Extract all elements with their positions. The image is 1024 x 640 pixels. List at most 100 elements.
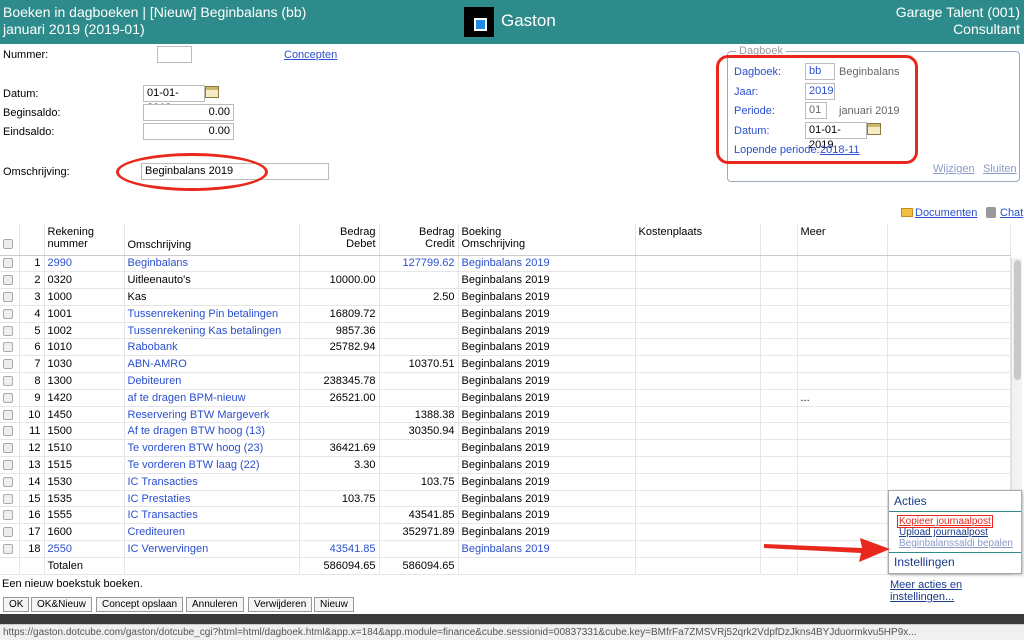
kostenplaats-cell[interactable]	[635, 490, 761, 508]
rekening-cell[interactable]: 1535	[44, 490, 125, 508]
kostenplaats-cell[interactable]	[635, 406, 761, 424]
credit-cell[interactable]	[379, 540, 459, 558]
boeking-cell[interactable]: Beginbalans 2019	[458, 422, 636, 441]
kostenplaats-cell[interactable]	[635, 305, 761, 323]
nummer-input[interactable]	[157, 46, 192, 63]
sluiten-link[interactable]: Sluiten	[983, 163, 1017, 175]
boeking-cell[interactable]: Beginbalans 2019	[458, 322, 636, 340]
debet-cell[interactable]: 26521.00	[299, 389, 380, 407]
rekening-cell[interactable]: 0320	[44, 271, 125, 290]
debet-cell[interactable]	[299, 506, 380, 525]
omschrijving-cell[interactable]: Reservering BTW Margeverk	[124, 406, 300, 424]
omschrijving-cell[interactable]: Beginbalans	[124, 255, 300, 273]
credit-cell[interactable]	[379, 490, 459, 508]
omschrijving-cell[interactable]: Kas	[124, 288, 300, 306]
verwijderen-button[interactable]: Verwijderen	[248, 597, 313, 612]
meer-cell[interactable]	[797, 271, 888, 290]
omschrijving-cell[interactable]: IC Transacties	[124, 473, 300, 491]
row-checkbox[interactable]	[3, 443, 13, 454]
row-checkbox[interactable]	[3, 527, 13, 538]
table-row[interactable]: 9 1420 af te dragen BPM-nieuw 26521.00 Begin…	[0, 389, 1011, 407]
debet-cell[interactable]: 9857.36	[299, 322, 380, 340]
row-checkbox[interactable]	[3, 409, 13, 420]
meer-cell[interactable]	[797, 305, 888, 323]
boeking-cell[interactable]: Beginbalans 2019	[458, 523, 636, 542]
boeking-cell[interactable]: Beginbalans 2019	[458, 288, 636, 306]
boeking-cell[interactable]: Beginbalans 2019	[458, 389, 636, 407]
row-checkbox-cell[interactable]	[0, 540, 20, 558]
rekening-cell[interactable]: 2550	[44, 540, 125, 558]
kostenplaats-cell[interactable]	[635, 473, 761, 491]
omschrijving-cell[interactable]: Debiteuren	[124, 372, 300, 390]
credit-cell[interactable]: 1388.38	[379, 406, 459, 424]
debet-cell[interactable]	[299, 288, 380, 306]
debet-cell[interactable]: 238345.78	[299, 372, 380, 390]
meer-cell[interactable]	[797, 338, 888, 357]
credit-cell[interactable]	[379, 389, 459, 407]
debet-cell[interactable]	[299, 422, 380, 441]
rekening-cell[interactable]: 1530	[44, 473, 125, 491]
omschrijving-cell[interactable]: Uitleenauto's	[124, 271, 300, 290]
boeking-cell[interactable]: Beginbalans 2019	[458, 355, 636, 374]
meer-cell[interactable]	[797, 355, 888, 374]
table-row[interactable]: 4 1001 Tussenrekening Pin betalingen 16809.…	[0, 305, 1011, 323]
select-all-cell[interactable]	[0, 224, 20, 256]
row-checkbox-cell[interactable]	[0, 389, 20, 407]
credit-cell[interactable]	[379, 322, 459, 340]
kostenplaats-cell[interactable]	[635, 523, 761, 542]
row-checkbox-cell[interactable]	[0, 506, 20, 525]
debet-cell[interactable]: 10000.00	[299, 271, 380, 290]
credit-cell[interactable]	[379, 338, 459, 357]
rekening-cell[interactable]: 1001	[44, 305, 125, 323]
rekening-cell[interactable]: 1600	[44, 523, 125, 542]
kostenplaats-cell[interactable]	[635, 456, 761, 474]
row-checkbox-cell[interactable]	[0, 523, 20, 542]
table-row[interactable]: 13 1515 Te vorderen BTW laag (22) 3.30 Begin…	[0, 456, 1011, 474]
meer-cell[interactable]	[797, 322, 888, 340]
row-checkbox-cell[interactable]	[0, 355, 20, 374]
row-checkbox[interactable]	[3, 292, 13, 303]
omschrijving-cell[interactable]: Te vorderen BTW laag (22)	[124, 456, 300, 474]
debet-cell[interactable]: 103.75	[299, 490, 380, 508]
boeking-cell[interactable]: Beginbalans 2019	[458, 271, 636, 290]
rekening-cell[interactable]: 1000	[44, 288, 125, 306]
meer-cell[interactable]	[797, 439, 888, 458]
row-checkbox[interactable]	[3, 392, 13, 403]
instellingen-title[interactable]: Instellingen	[894, 555, 955, 569]
upload-journaalpost-link[interactable]: Upload journaalpost	[899, 527, 988, 538]
concepten-link[interactable]: Concepten	[284, 49, 337, 61]
row-checkbox[interactable]	[3, 476, 13, 487]
row-checkbox-cell[interactable]	[0, 288, 20, 306]
row-checkbox-cell[interactable]	[0, 338, 20, 357]
omschrijving-cell[interactable]: IC Prestaties	[124, 490, 300, 508]
kostenplaats-cell[interactable]	[635, 255, 761, 273]
omschrijving-cell[interactable]: Tussenrekening Pin betalingen	[124, 305, 300, 323]
row-checkbox[interactable]	[3, 258, 13, 269]
debet-cell[interactable]: 16809.72	[299, 305, 380, 323]
rekening-cell[interactable]: 1300	[44, 372, 125, 390]
debet-cell[interactable]: 3.30	[299, 456, 380, 474]
table-row[interactable]: 1 2990 Beginbalans 127799.62 Beginbalans 201…	[0, 255, 1011, 273]
meer-acties-link[interactable]: Meer acties en instellingen...	[890, 579, 1024, 603]
scrollbar-thumb[interactable]	[1014, 260, 1021, 380]
debet-cell[interactable]	[299, 523, 380, 542]
row-checkbox-cell[interactable]	[0, 406, 20, 424]
debet-cell[interactable]: 43541.85	[299, 540, 380, 558]
rekening-cell[interactable]: 1450	[44, 406, 125, 424]
rekening-cell[interactable]: 2990	[44, 255, 125, 273]
beginsaldo-input[interactable]: 0.00	[143, 104, 234, 121]
nieuw-button[interactable]: Nieuw	[314, 597, 354, 612]
rekening-cell[interactable]: 1510	[44, 439, 125, 458]
row-checkbox[interactable]	[3, 376, 13, 387]
credit-cell[interactable]	[379, 305, 459, 323]
row-checkbox-cell[interactable]	[0, 439, 20, 458]
row-checkbox[interactable]	[3, 426, 13, 437]
meer-cell[interactable]	[797, 255, 888, 273]
table-row[interactable]: 6 1010 Rabobank 25782.94 Beginbalans 2019	[0, 338, 1011, 357]
meer-cell[interactable]: ...	[797, 389, 888, 407]
table-row[interactable]: 12 1510 Te vorderen BTW hoog (23) 36421.69 B…	[0, 439, 1011, 458]
boeking-cell[interactable]: Beginbalans 2019	[458, 372, 636, 390]
table-row[interactable]: 3 1000 Kas 2.50 Beginbalans 2019	[0, 288, 1011, 306]
documenten-link[interactable]: Documenten	[915, 207, 977, 219]
table-row[interactable]: 2 0320 Uitleenauto's 10000.00 Beginbalans 20…	[0, 271, 1011, 290]
